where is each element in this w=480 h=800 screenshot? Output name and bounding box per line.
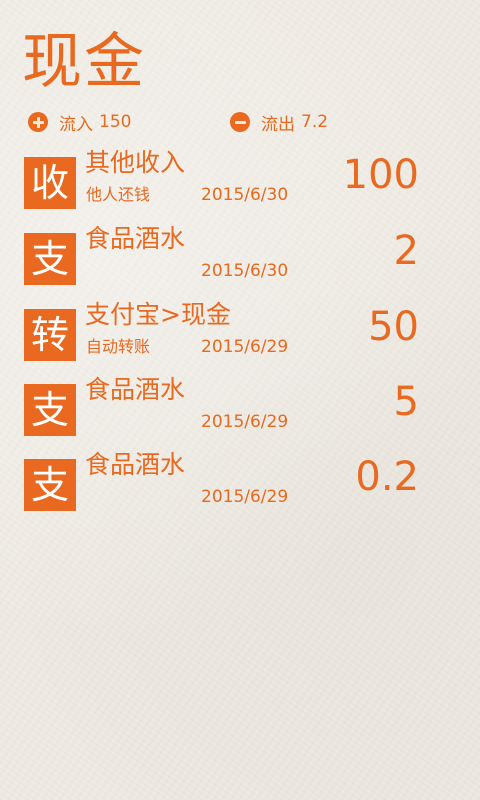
outflow-label: 流出 xyxy=(261,114,295,135)
transaction-date: 2015/6/30 xyxy=(201,261,289,281)
transaction-item[interactable]: 转 支付宝>现金 自动转账 2015/6/29 50 xyxy=(24,300,424,371)
transaction-item[interactable]: 收 其他收入 他人还钱 2015/6/30 100 xyxy=(24,148,424,219)
transaction-category: 食品酒水 xyxy=(85,375,186,404)
transaction-amount: 100 xyxy=(342,152,419,198)
transaction-category: 食品酒水 xyxy=(85,450,186,479)
inflow-summary: 流入 150 xyxy=(28,108,131,136)
transaction-category: 食品酒水 xyxy=(85,224,186,253)
transaction-category: 其他收入 xyxy=(85,148,186,177)
transaction-item[interactable]: 支 食品酒水 2015/6/30 2 xyxy=(24,224,424,295)
outflow-value: 7.2 xyxy=(301,112,329,132)
transaction-date: 2015/6/29 xyxy=(201,412,289,432)
plus-circle-icon xyxy=(28,112,48,132)
page-title: 现金 xyxy=(22,27,146,97)
transaction-amount: 2 xyxy=(393,228,419,274)
transaction-category: 支付宝>现金 xyxy=(85,300,231,329)
transaction-amount: 5 xyxy=(393,379,419,425)
transaction-type-badge: 支 xyxy=(24,384,76,436)
inflow-value: 150 xyxy=(99,112,132,132)
transaction-date: 2015/6/29 xyxy=(201,487,289,507)
transaction-type-badge: 支 xyxy=(24,233,76,285)
transaction-item[interactable]: 支 食品酒水 2015/6/29 5 xyxy=(24,375,424,446)
transaction-type-badge: 支 xyxy=(24,459,76,511)
transaction-date: 2015/6/30 xyxy=(201,185,289,205)
transaction-amount: 0.2 xyxy=(355,454,419,500)
transaction-amount: 50 xyxy=(368,304,419,350)
transaction-date: 2015/6/29 xyxy=(201,337,289,357)
transaction-type-badge: 收 xyxy=(24,157,76,209)
minus-circle-icon xyxy=(230,112,250,132)
transaction-note: 他人还钱 xyxy=(86,185,151,204)
outflow-summary: 流出 7.2 xyxy=(230,108,328,136)
inflow-label: 流入 xyxy=(59,114,93,135)
transaction-item[interactable]: 支 食品酒水 2015/6/29 0.2 xyxy=(24,450,424,521)
transaction-type-badge: 转 xyxy=(24,309,76,361)
transaction-note: 自动转账 xyxy=(86,337,151,356)
